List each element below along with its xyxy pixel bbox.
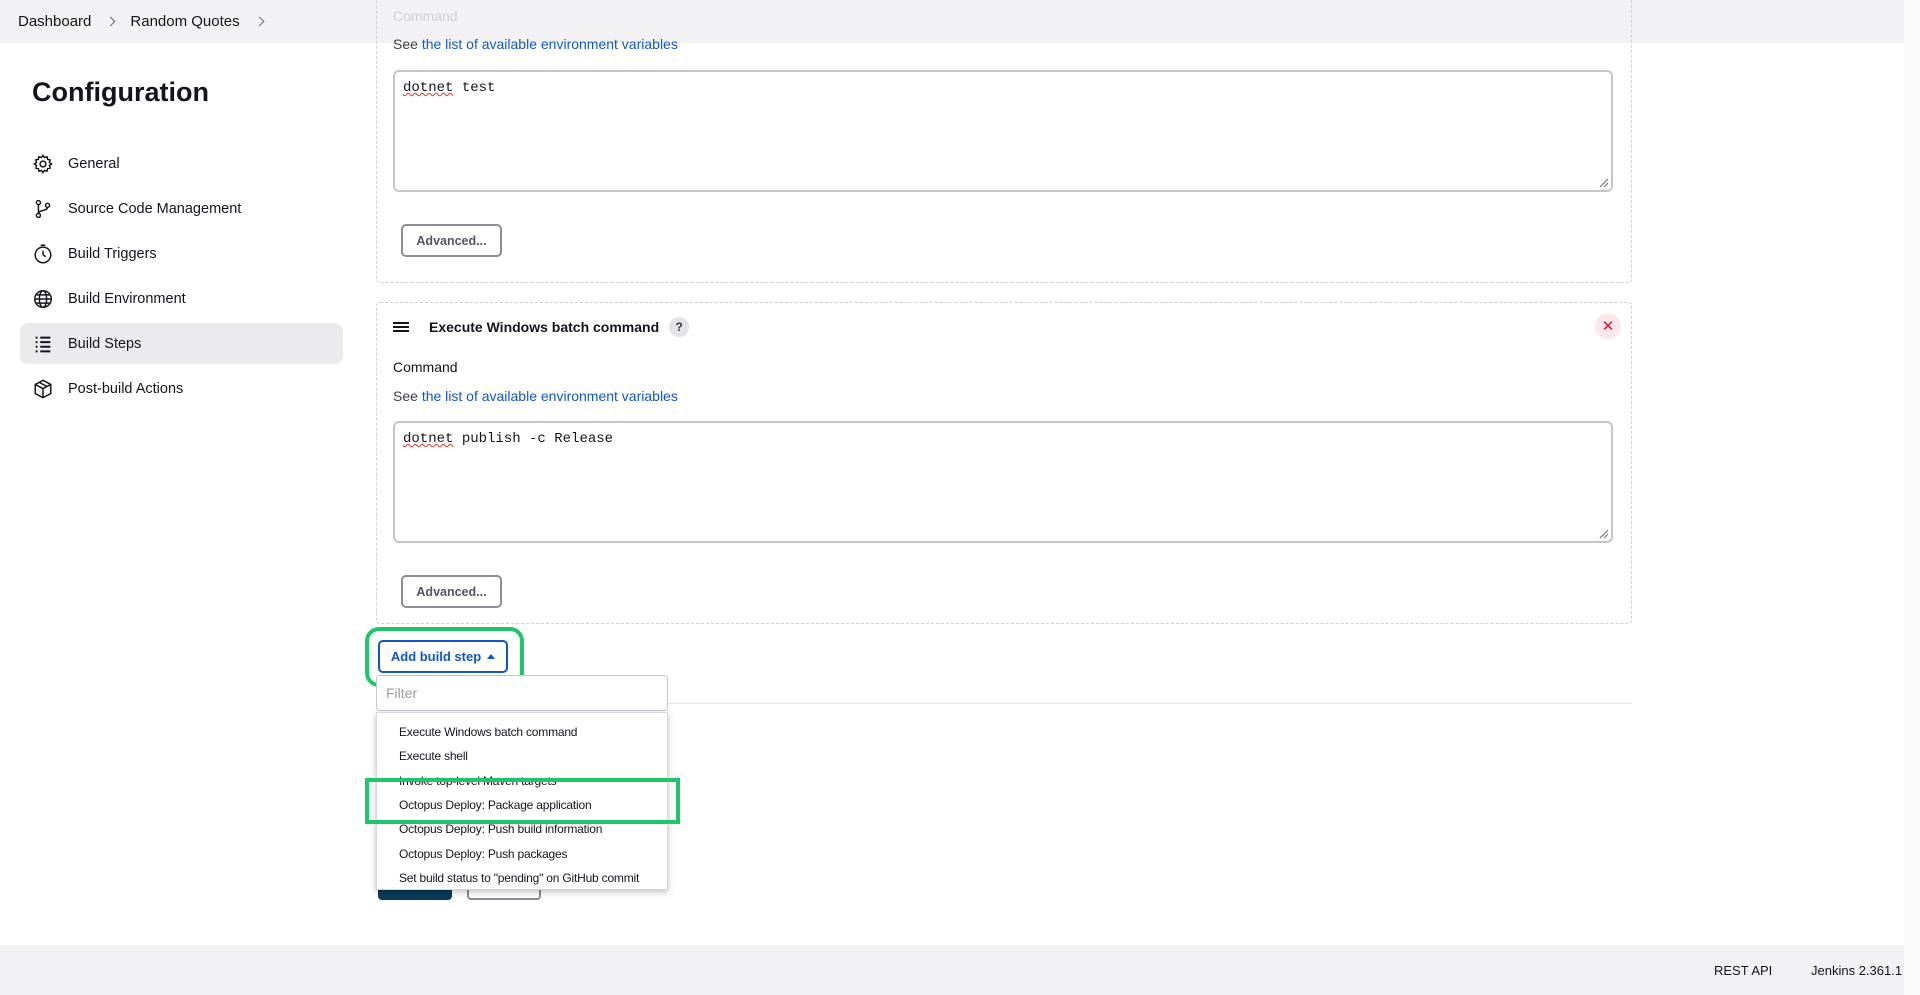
sidebar-item-build-environment[interactable]: Build Environment xyxy=(20,278,343,319)
scrollbar[interactable] xyxy=(1904,0,1920,995)
chevron-right-icon[interactable] xyxy=(254,16,265,27)
sidebar-item-label: General xyxy=(68,155,120,172)
sidebar-nav: General Source Code Management Build Tri… xyxy=(20,143,343,413)
close-icon[interactable]: ✕ xyxy=(1595,313,1621,339)
sidebar-item-label: Build Triggers xyxy=(68,245,157,262)
list-icon xyxy=(32,333,54,355)
branch-icon xyxy=(32,198,54,220)
command-label: Command xyxy=(393,8,458,24)
env-vars-hint: See the list of available environment va… xyxy=(393,36,678,52)
advanced-button[interactable]: Advanced... xyxy=(401,224,502,257)
gear-icon xyxy=(32,153,54,175)
see-prefix: See xyxy=(393,388,422,404)
env-vars-link[interactable]: the list of available environment variab… xyxy=(422,388,678,404)
caret-up-icon xyxy=(487,654,496,659)
sidebar-item-post-build-actions[interactable]: Post-build Actions xyxy=(20,368,343,409)
footer: REST API Jenkins 2.361.1 xyxy=(0,945,1920,995)
menu-item-octopus-push-packages[interactable]: Octopus Deploy: Push packages xyxy=(377,841,667,865)
command-textarea[interactable]: dotnet test xyxy=(393,70,1613,192)
chevron-right-icon xyxy=(105,16,116,27)
breadcrumb-random-quotes[interactable]: Random Quotes xyxy=(130,13,239,30)
step-title: Execute Windows batch command xyxy=(429,319,660,335)
command-word: dotnet xyxy=(403,80,454,96)
globe-icon xyxy=(32,288,54,310)
resize-grip-icon[interactable] xyxy=(1597,527,1609,539)
sidebar-item-label: Build Steps xyxy=(68,335,142,352)
command-textarea[interactable]: dotnet publish -c Release xyxy=(393,421,1613,543)
breadcrumb-dashboard[interactable]: Dashboard xyxy=(18,13,91,30)
sidebar-item-general[interactable]: General xyxy=(20,143,343,184)
command-args: publish -c Release xyxy=(453,431,614,447)
sidebar-item-source-code-management[interactable]: Source Code Management xyxy=(20,188,343,229)
command-args: test xyxy=(453,80,496,96)
advanced-button[interactable]: Advanced... xyxy=(401,575,502,608)
breadcrumb: Dashboard Random Quotes xyxy=(18,0,279,43)
build-step-windows-batch: Execute Windows batch command ? ✕ Comman… xyxy=(376,302,1632,624)
resize-grip-icon[interactable] xyxy=(1597,176,1609,188)
command-label: Command xyxy=(393,359,458,375)
env-vars-hint: See the list of available environment va… xyxy=(393,388,678,404)
timer-icon xyxy=(32,243,54,265)
env-vars-link[interactable]: the list of available environment variab… xyxy=(422,36,678,52)
page-title: Configuration xyxy=(32,77,209,107)
rest-api-link[interactable]: REST API xyxy=(1714,963,1772,978)
command-word: dotnet xyxy=(403,431,454,447)
build-step-dotnet-test: Command See the list of available enviro… xyxy=(376,0,1632,283)
drag-handle-icon[interactable] xyxy=(393,320,411,334)
sidebar-item-label: Post-build Actions xyxy=(68,380,184,397)
sidebar-item-build-triggers[interactable]: Build Triggers xyxy=(20,233,343,274)
add-build-step-button[interactable]: Add build step xyxy=(378,640,508,673)
add-build-step-label: Add build step xyxy=(390,649,482,664)
jenkins-version-link[interactable]: Jenkins 2.361.1 xyxy=(1811,963,1902,978)
help-icon[interactable]: ? xyxy=(669,317,690,337)
sidebar-item-label: Build Environment xyxy=(68,290,186,307)
sidebar-item-label: Source Code Management xyxy=(68,200,242,217)
menu-item-github-pending[interactable]: Set build status to "pending" on GitHub … xyxy=(377,866,667,890)
step-header: Execute Windows batch command ? xyxy=(393,317,690,337)
see-prefix: See xyxy=(393,36,422,52)
menu-item-windows-batch[interactable]: Execute Windows batch command xyxy=(377,720,667,744)
filter-input[interactable]: Filter xyxy=(376,675,668,711)
package-icon xyxy=(32,378,54,400)
menu-item-execute-shell[interactable]: Execute shell xyxy=(377,744,667,768)
sidebar-item-build-steps[interactable]: Build Steps xyxy=(20,323,343,364)
highlight-box xyxy=(365,778,680,824)
